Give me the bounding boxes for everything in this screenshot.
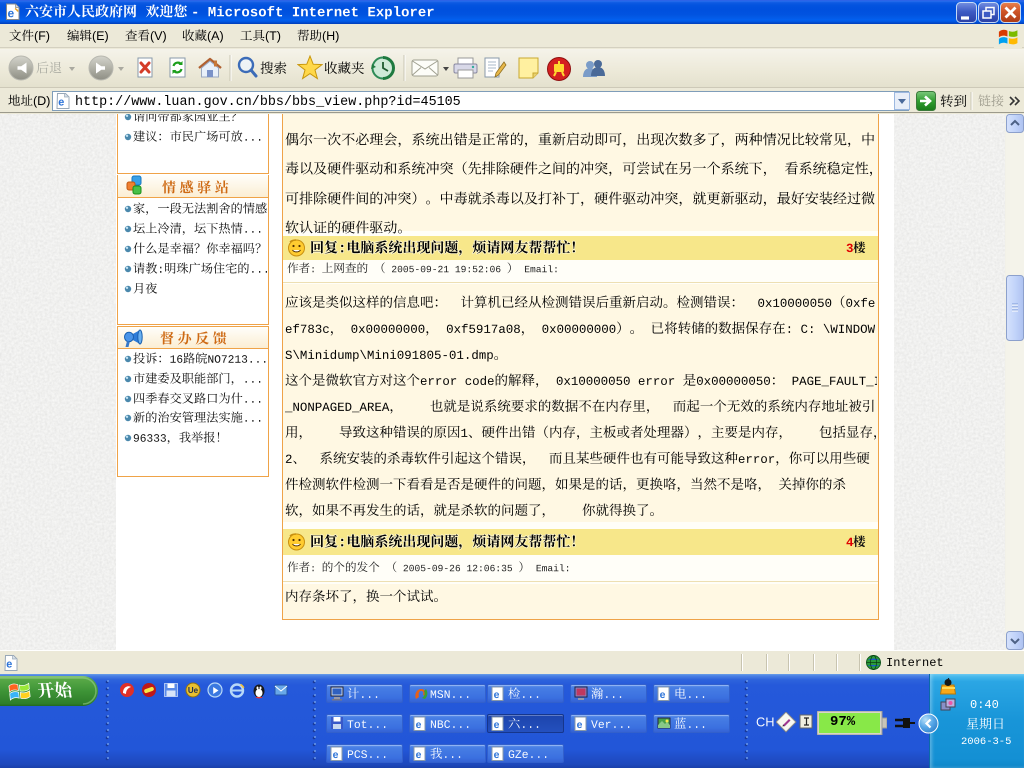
svg-text:Ue: Ue bbox=[188, 686, 199, 695]
